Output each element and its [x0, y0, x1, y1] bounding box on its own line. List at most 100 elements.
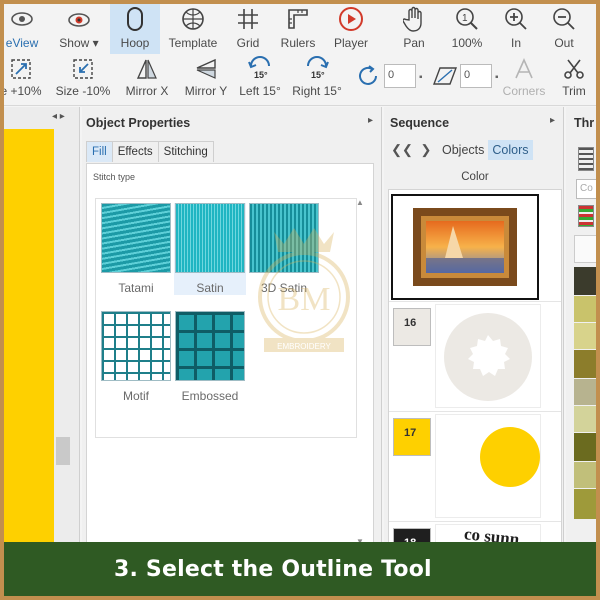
thread-swatch[interactable] — [574, 350, 596, 378]
zoom-out-label: Out — [554, 36, 574, 50]
preview-button[interactable]: eView — [4, 4, 44, 54]
sequence-tabs: ❮❮ ❯ Objects Colors — [390, 139, 533, 161]
color-block-17: 17 — [393, 418, 431, 456]
color-17-thumb — [435, 414, 541, 518]
panel-nav-arrows[interactable]: ◂ ▸ — [52, 111, 65, 122]
thread-chart-icon[interactable] — [578, 205, 594, 227]
size-down-icon — [70, 56, 96, 82]
pan-button[interactable]: Pan — [394, 4, 434, 54]
thread-swatch[interactable] — [574, 433, 596, 461]
mirror-x-button[interactable]: Mirror X — [120, 54, 174, 106]
hoop-icon — [122, 6, 148, 32]
skew-angle-input[interactable]: 0 — [460, 64, 492, 88]
size-up-label: e +10% — [4, 84, 42, 98]
grid-label: Grid — [236, 36, 260, 50]
stitch-tatami[interactable]: Tatami — [100, 203, 172, 295]
color-column-header: Color — [461, 171, 489, 183]
hoop-button[interactable]: Hoop — [110, 4, 160, 54]
rulers-button[interactable]: Rulers — [276, 4, 320, 54]
sequence-next-icon[interactable]: ❯ — [414, 139, 438, 161]
properties-tabs: Fill Effects Stitching — [86, 141, 214, 162]
tab-colors[interactable]: Colors — [488, 140, 533, 160]
stitch-type-box: Stitch type Tatami Satin 3D Satin Motif — [86, 163, 374, 547]
sequence-menu-icon[interactable]: ▸ — [550, 115, 555, 126]
template-button[interactable]: Template — [164, 4, 222, 54]
zoom-in-button[interactable]: In — [498, 4, 534, 54]
player-button[interactable]: Player — [328, 4, 374, 54]
template-globe-icon — [180, 6, 206, 32]
trim-button[interactable]: Trim — [554, 54, 594, 106]
thread-swatch[interactable] — [574, 323, 596, 349]
sequence-item[interactable]: 16 — [389, 302, 561, 412]
stitch-type-label: Stitch type — [93, 172, 136, 182]
thread-swatch[interactable] — [574, 462, 596, 488]
hand-icon — [401, 6, 427, 32]
size-down-label: Size -10% — [55, 84, 111, 98]
sequence-list: 16 17 18 co sunn — [388, 189, 562, 547]
thread-swatch[interactable] — [574, 489, 596, 519]
canvas-scrollbar[interactable] — [56, 437, 70, 465]
mirror-y-label: Mirror Y — [184, 84, 228, 98]
rotate-spin-dot[interactable]: ▪ — [419, 72, 423, 83]
thread-swatch[interactable] — [574, 267, 596, 295]
tab-effects[interactable]: Effects — [111, 141, 159, 162]
embossed-swatch — [175, 311, 245, 381]
scissors-icon — [561, 56, 587, 82]
svg-text:15°: 15° — [254, 70, 268, 80]
zoom-in-label: In — [510, 36, 521, 50]
caption-banner: 3. Select the Outline Tool — [4, 542, 596, 596]
rotate-right-button[interactable]: 15° Right 15° — [288, 54, 346, 106]
stitch-motif[interactable]: Motif — [100, 311, 172, 403]
preview-label: eView — [5, 36, 39, 50]
rulers-label: Rulers — [280, 36, 316, 50]
stitch-satin[interactable]: Satin — [174, 203, 246, 295]
caption-text: 3. Select the Outline Tool — [114, 556, 432, 582]
rotate-angle-input[interactable]: 0 — [384, 64, 416, 88]
thread-swatch[interactable] — [574, 379, 596, 405]
mirror-y-icon — [193, 56, 219, 82]
size-down-button[interactable]: Size -10% — [52, 54, 114, 106]
design-canvas-panel: ◂ ▸ — [4, 107, 80, 547]
tab-stitching[interactable]: Stitching — [157, 141, 214, 162]
rotate-left-button[interactable]: 15° Left 15° — [234, 54, 286, 106]
sequence-item[interactable]: 17 — [389, 412, 561, 522]
thread-swatch[interactable] — [574, 296, 596, 322]
sequence-prev-icon[interactable]: ❮❮ — [390, 139, 414, 161]
zoom-100-button[interactable]: 1 100% — [446, 4, 488, 54]
thread-search-input[interactable]: Co — [576, 179, 596, 199]
panel-menu-icon[interactable]: ▸ — [368, 115, 373, 126]
player-label: Player — [333, 36, 368, 50]
eye-color-icon — [66, 6, 92, 32]
mirror-x-icon — [134, 56, 160, 82]
zoom-in-icon — [503, 6, 529, 32]
tab-objects[interactable]: Objects — [438, 140, 488, 160]
zoom-out-button[interactable]: Out — [546, 4, 582, 54]
trim-label: Trim — [562, 84, 586, 98]
color-16-thumb — [435, 304, 541, 408]
rotate-right-label: Right 15° — [292, 84, 342, 98]
skew-icon — [432, 64, 460, 91]
sequence-item[interactable] — [389, 190, 561, 302]
size-up-button[interactable]: e +10% — [4, 54, 44, 106]
rotate-right-icon: 15° — [304, 56, 330, 82]
thread-swatch[interactable] — [574, 406, 596, 432]
stitch-embossed[interactable]: Embossed — [174, 311, 246, 403]
stitch-list-scrollbar[interactable]: ▲ ▼ — [355, 198, 365, 546]
scroll-up-icon[interactable]: ▲ — [355, 198, 365, 207]
corners-button[interactable]: Corners — [498, 54, 550, 106]
tab-fill[interactable]: Fill — [86, 141, 113, 162]
zoom-out-icon — [551, 6, 577, 32]
show-button[interactable]: Show ▾ — [54, 4, 104, 54]
size-up-icon — [8, 56, 34, 82]
hoop-label: Hoop — [120, 36, 150, 50]
3d-satin-swatch — [249, 203, 319, 273]
thread-list-icon[interactable] — [578, 147, 594, 171]
grid-button[interactable]: Grid — [228, 4, 268, 54]
view-toolbar: eView Show ▾ Hoop Template Grid Rulers P… — [4, 4, 596, 54]
yellow-design-region[interactable] — [4, 129, 54, 547]
zoom-1-icon: 1 — [454, 6, 480, 32]
rotate-left-label: Left 15° — [239, 84, 281, 98]
color-block-16: 16 — [393, 308, 431, 346]
stitch-3d-satin[interactable]: 3D Satin — [248, 203, 320, 295]
mirror-y-button[interactable]: Mirror Y — [180, 54, 232, 106]
